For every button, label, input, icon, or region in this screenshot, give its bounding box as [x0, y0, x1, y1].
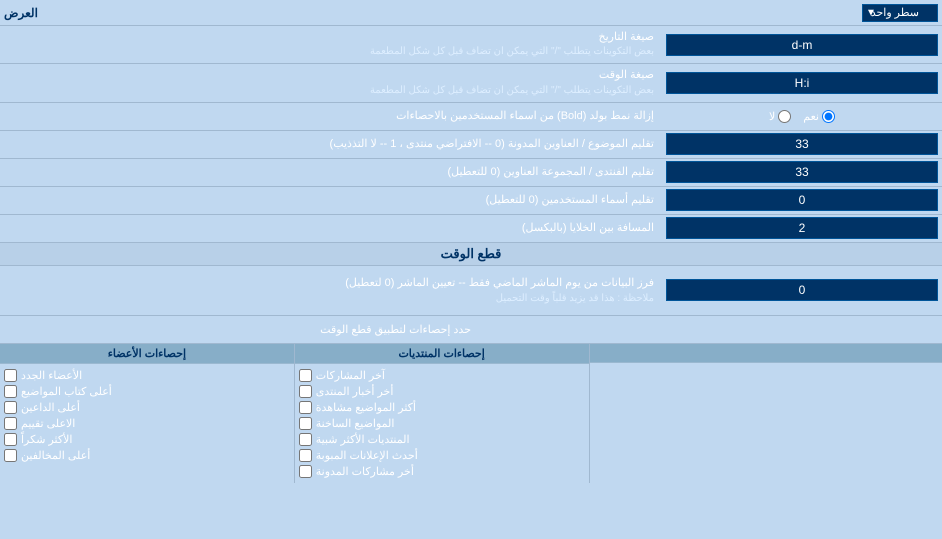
left-checkbox-3[interactable]	[4, 417, 17, 430]
spacing-row: المسافة بين الخلايا (بالبكسل)	[0, 215, 942, 243]
time-format-label: صيغة الوقت بعض التكوينات يتطلب "/" التي …	[0, 64, 662, 101]
middle-checkbox-3[interactable]	[299, 417, 312, 430]
forum-sort-label: تقليم الفنتدى / المجموعة العناوين (0 للت…	[0, 161, 662, 184]
date-format-row: صيغة التاريخ بعض التكوينات يتطلب "/" الت…	[0, 26, 942, 64]
date-format-input[interactable]	[666, 34, 938, 56]
spacing-input-wrapper[interactable]	[662, 215, 942, 241]
top-bar: سطر واحدسطرينثلاثة أسطر ▼ العرض	[0, 0, 942, 26]
time-format-row: صيغة الوقت بعض التكوينات يتطلب "/" التي …	[0, 64, 942, 102]
middle-checkbox-1[interactable]	[299, 385, 312, 398]
user-sort-label: تقليم أسماء المستخدمين (0 للتعطيل)	[0, 189, 662, 212]
user-sort-input-wrapper[interactable]	[662, 187, 942, 213]
list-item: أخر أخبار المنتدى	[299, 385, 585, 398]
forum-sort-input-wrapper[interactable]	[662, 159, 942, 185]
left-checkbox-2[interactable]	[4, 401, 17, 414]
list-item: أعلى الداعين	[4, 401, 290, 414]
middle-checkbox-6[interactable]	[299, 465, 312, 478]
stats-apply-label: حدد إحصاءات لتطبيق قطع الوقت	[8, 323, 471, 336]
cutoff-input-wrapper[interactable]	[662, 275, 942, 305]
list-item: الأعضاء الجدد	[4, 369, 290, 382]
user-sort-row: تقليم أسماء المستخدمين (0 للتعطيل)	[0, 187, 942, 215]
middle-checkbox-4[interactable]	[299, 433, 312, 446]
list-item: المواضيع الساخنة	[299, 417, 585, 430]
stats-right-col-items	[590, 363, 942, 367]
stats-apply-row: حدد إحصاءات لتطبيق قطع الوقت	[0, 316, 942, 344]
topic-sort-input-wrapper[interactable]	[662, 131, 942, 157]
topic-sort-label: تقليم الموضوع / العناوين المدونة (0 -- ا…	[0, 133, 662, 156]
list-item: الاعلى تقييم	[4, 417, 290, 430]
display-select[interactable]: سطر واحدسطرينثلاثة أسطر	[862, 4, 938, 22]
bold-radio-options: نعم لا	[662, 106, 942, 127]
middle-checkbox-2[interactable]	[299, 401, 312, 414]
list-item: الأكثر شكراً	[4, 433, 290, 446]
stats-middle-col: إحصاءات المنتديات آخر المشاركات أخر أخبا…	[294, 344, 589, 483]
topic-sort-input[interactable]	[666, 133, 938, 155]
left-checkbox-4[interactable]	[4, 433, 17, 446]
middle-checkbox-5[interactable]	[299, 449, 312, 462]
spacing-input[interactable]	[666, 217, 938, 239]
list-item: أكثر المواضيع مشاهدة	[299, 401, 585, 414]
bold-radio-no-input[interactable]	[778, 110, 791, 123]
left-checkbox-5[interactable]	[4, 449, 17, 462]
bold-radio-no[interactable]: لا	[769, 110, 791, 123]
cutoff-input[interactable]	[666, 279, 938, 301]
list-item: أخر مشاركات المدونة	[299, 465, 585, 478]
stats-middle-col-header: إحصاءات المنتديات	[295, 344, 589, 364]
list-item: أعلى كتاب المواضيع	[4, 385, 290, 398]
list-item: آخر المشاركات	[299, 369, 585, 382]
forum-sort-input[interactable]	[666, 161, 938, 183]
spacing-label: المسافة بين الخلايا (بالبكسل)	[0, 217, 662, 240]
date-format-label: صيغة التاريخ بعض التكوينات يتطلب "/" الت…	[0, 26, 662, 63]
date-format-input-wrapper[interactable]	[662, 32, 942, 58]
bold-row: نعم لا إزالة نمط بولد (Bold) من اسماء ال…	[0, 103, 942, 131]
stats-right-spacer	[589, 344, 942, 483]
stats-left-col-header: إحصاءات الأعضاء	[0, 344, 294, 364]
topic-sort-row: تقليم الموضوع / العناوين المدونة (0 -- ا…	[0, 131, 942, 159]
bold-radio-yes[interactable]: نعم	[803, 110, 835, 123]
list-item: المنتديات الأكثر شبية	[299, 433, 585, 446]
user-sort-input[interactable]	[666, 189, 938, 211]
stats-left-col-items: الأعضاء الجدد أعلى كتاب المواضيع أعلى ال…	[0, 364, 294, 467]
time-format-input-wrapper[interactable]	[662, 70, 942, 96]
time-format-input[interactable]	[666, 72, 938, 94]
stats-middle-col-items: آخر المشاركات أخر أخبار المنتدى أكثر الم…	[295, 364, 589, 483]
list-item: أعلى المخالفين	[4, 449, 290, 462]
stats-three-cols: إحصاءات المنتديات آخر المشاركات أخر أخبا…	[0, 344, 942, 483]
bold-radio-yes-input[interactable]	[822, 110, 835, 123]
bold-label: إزالة نمط بولد (Bold) من اسماء المستخدمي…	[0, 105, 662, 128]
cutoff-label: فرز البيانات من يوم الماشر الماضي فقط --…	[0, 271, 662, 311]
left-checkbox-1[interactable]	[4, 385, 17, 398]
top-bar-label: العرض	[4, 6, 38, 20]
cutoff-header: قطع الوقت	[0, 243, 942, 266]
list-item: أحدث الإعلانات المبوبة	[299, 449, 585, 462]
left-checkbox-0[interactable]	[4, 369, 17, 382]
forum-sort-row: تقليم الفنتدى / المجموعة العناوين (0 للت…	[0, 159, 942, 187]
stats-left-col: إحصاءات الأعضاء الأعضاء الجدد أعلى كتاب …	[0, 344, 294, 483]
cutoff-row: فرز البيانات من يوم الماشر الماضي فقط --…	[0, 266, 942, 316]
stats-right-col-header	[590, 344, 942, 363]
display-select-wrapper[interactable]: سطر واحدسطرينثلاثة أسطر ▼	[862, 4, 938, 22]
middle-checkbox-0[interactable]	[299, 369, 312, 382]
